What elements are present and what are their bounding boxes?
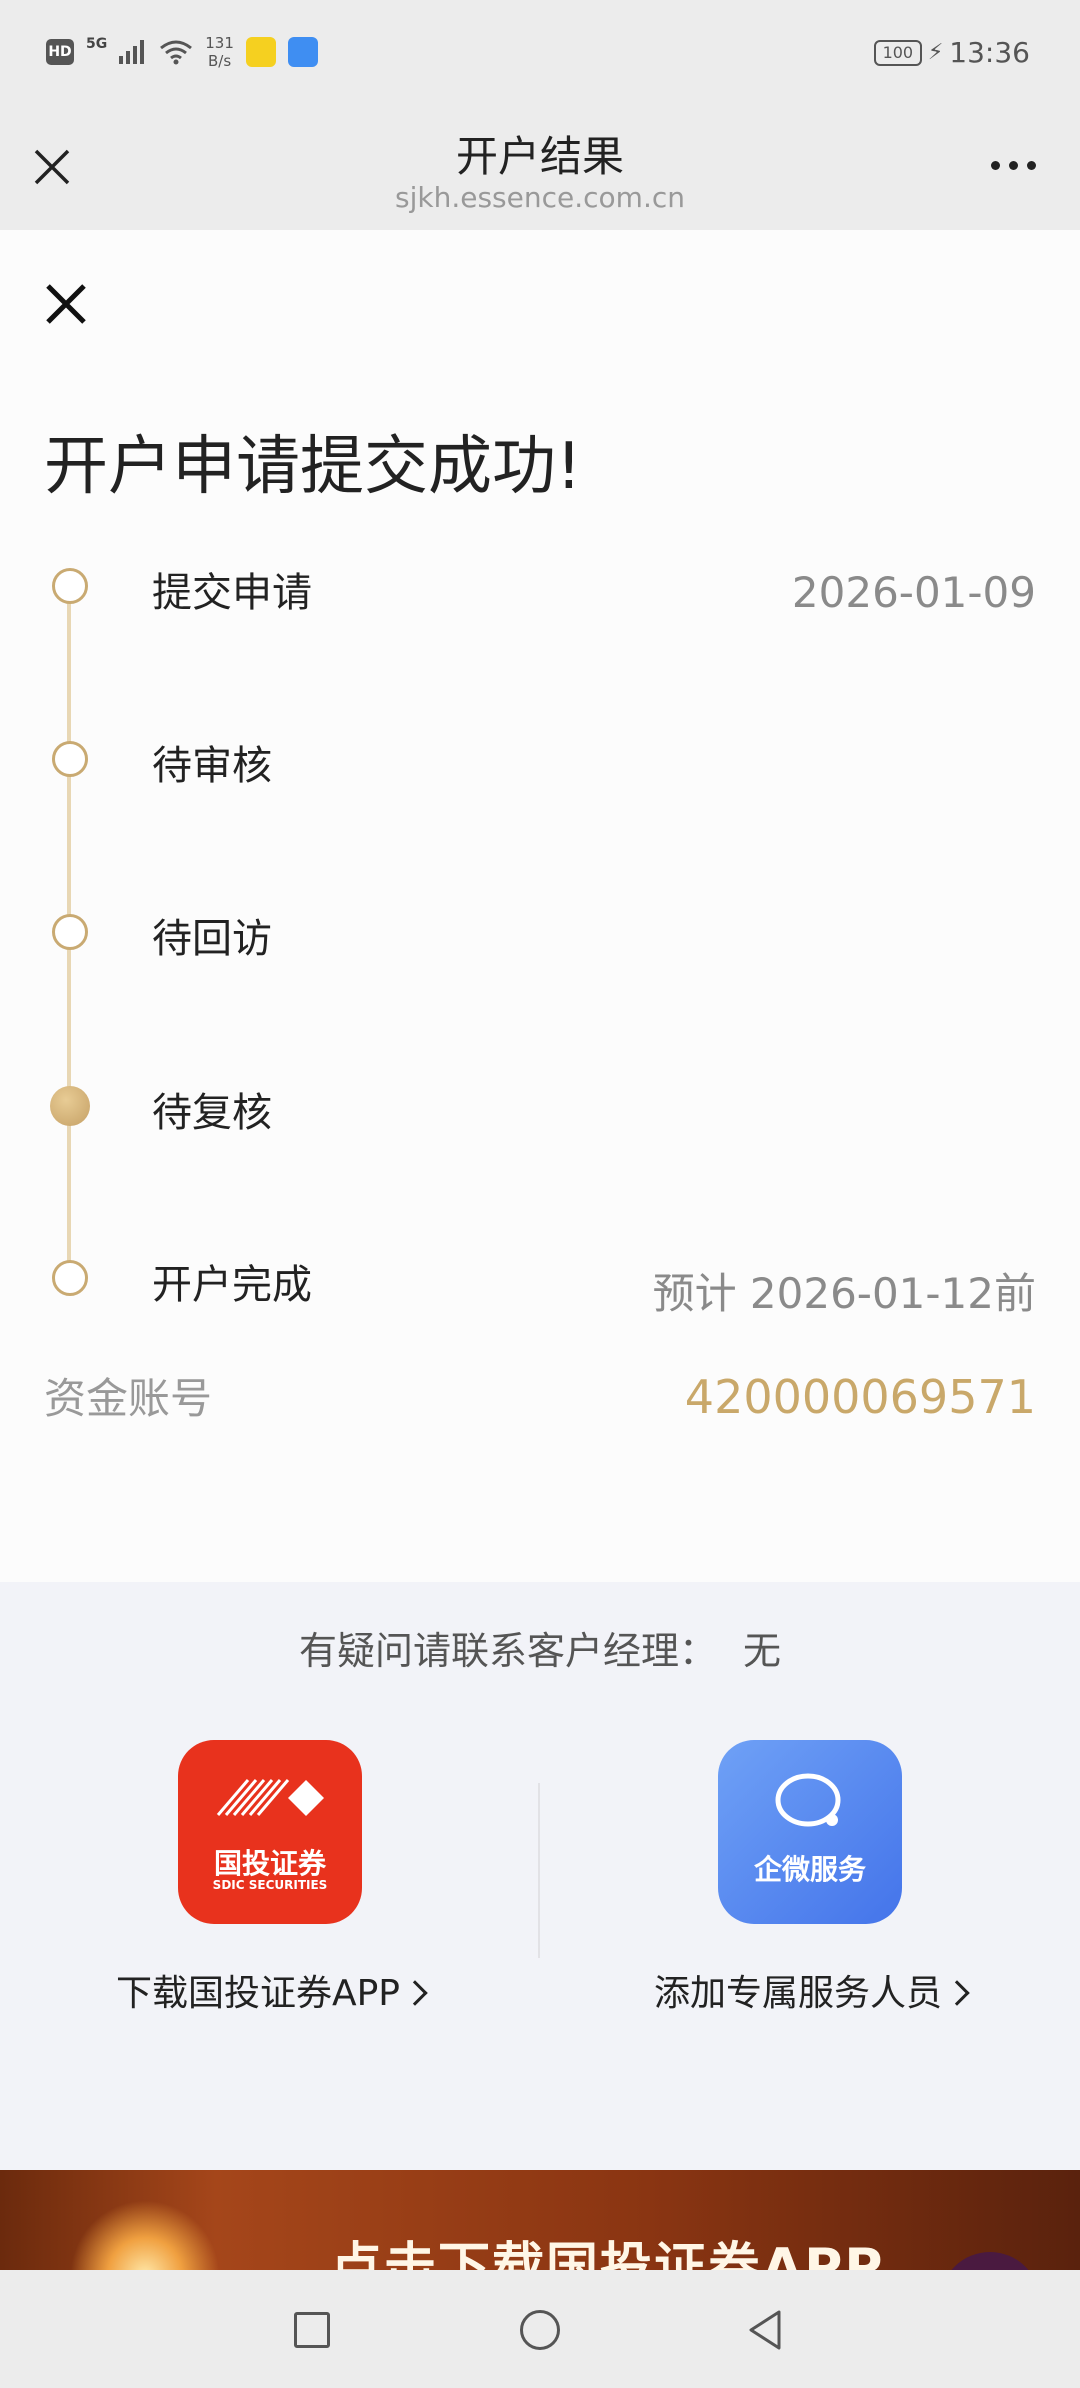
step-dot-icon <box>52 914 88 950</box>
step-date: 预计 2026-01-12前 <box>652 1269 1036 1318</box>
contact-prompt: 有疑问请联系客户经理： <box>298 1629 717 1673</box>
step-dot-active-icon <box>50 1086 90 1126</box>
account-label: 资金账号 <box>44 1374 213 1423</box>
wifi-icon <box>160 40 193 65</box>
download-banner[interactable]: 点击下载国投证券APP <box>0 2170 1080 2270</box>
timeline-step: 开户完成 预计 2026-01-12前 <box>0 1252 1080 1318</box>
step-label: 待审核 <box>152 743 272 789</box>
page-title: 开户结果 <box>455 132 624 181</box>
battery-icon: 100 <box>873 39 922 66</box>
wework-service-icon[interactable]: 企微服务 <box>718 1740 902 1924</box>
banner-text: 点击下载国投证券APP <box>330 2238 885 2270</box>
timeline-step: 待审核 <box>0 733 1080 793</box>
step-date: 2026-01-09 <box>791 568 1036 617</box>
charging-icon: ⚡ <box>927 40 944 65</box>
promo-divider <box>538 1783 540 1958</box>
back-icon[interactable] <box>745 2308 785 2352</box>
sdic-app-icon[interactable]: 国投证券 SDIC SECURITIES <box>178 1740 362 1924</box>
home-icon[interactable] <box>520 2310 560 2350</box>
more-menu-icon[interactable] <box>991 161 1036 170</box>
clock: 13:36 <box>949 36 1030 69</box>
banner-badge <box>940 2252 1040 2270</box>
step-dot-icon <box>52 1260 88 1296</box>
banner-glow <box>70 2200 220 2270</box>
notification-app-icon <box>245 37 276 67</box>
step-label: 待回访 <box>152 916 272 962</box>
account-number: 420000069571 <box>684 1370 1036 1424</box>
cloud-app-icon <box>287 37 318 67</box>
contact-manager: 有疑问请联系客户经理： 无 <box>0 1620 1080 1675</box>
step-dot-icon <box>52 741 88 777</box>
title-bar: 开户结果 sjkh.essence.com.cn <box>0 105 1080 230</box>
system-nav-bar <box>0 2270 1080 2388</box>
signal-icon <box>119 40 145 64</box>
recent-apps-icon[interactable] <box>294 2312 330 2348</box>
status-bar: HD 5G 131 B/s 100 ⚡ 13:36 <box>0 0 1080 105</box>
timeline-step: 待回访 <box>0 906 1080 966</box>
chevron-right-icon <box>402 1980 428 2006</box>
add-service-link[interactable]: 企微服务 添加专属服务人员 <box>570 1740 1050 2016</box>
step-label: 开户完成 <box>152 1262 312 1308</box>
step-dot-icon <box>52 568 88 604</box>
download-app-link[interactable]: 国投证券 SDIC SECURITIES 下载国投证券APP <box>30 1740 510 2016</box>
step-label: 提交申请 <box>152 570 312 616</box>
step-label: 待复核 <box>152 1090 272 1136</box>
network-type: 5G <box>86 36 108 52</box>
chevron-right-icon <box>944 1980 970 2006</box>
timeline-step-current: 待复核 <box>0 1080 1080 1140</box>
add-service-label[interactable]: 添加专属服务人员 <box>654 1973 942 2014</box>
success-heading: 开户申请提交成功! <box>44 430 582 504</box>
result-card: 开户申请提交成功! 提交申请 2026-01-09 待审核 待回访 待复核 开户… <box>0 230 1080 1582</box>
close-icon[interactable] <box>44 282 88 326</box>
hd-icon: HD <box>46 39 74 65</box>
download-app-label[interactable]: 下载国投证券APP <box>116 1973 400 2014</box>
page-url: sjkh.essence.com.cn <box>395 181 685 214</box>
network-speed: 131 B/s <box>205 34 234 70</box>
manager-name: 无 <box>743 1629 782 1673</box>
timeline-step: 提交申请 2026-01-09 <box>0 560 1080 620</box>
